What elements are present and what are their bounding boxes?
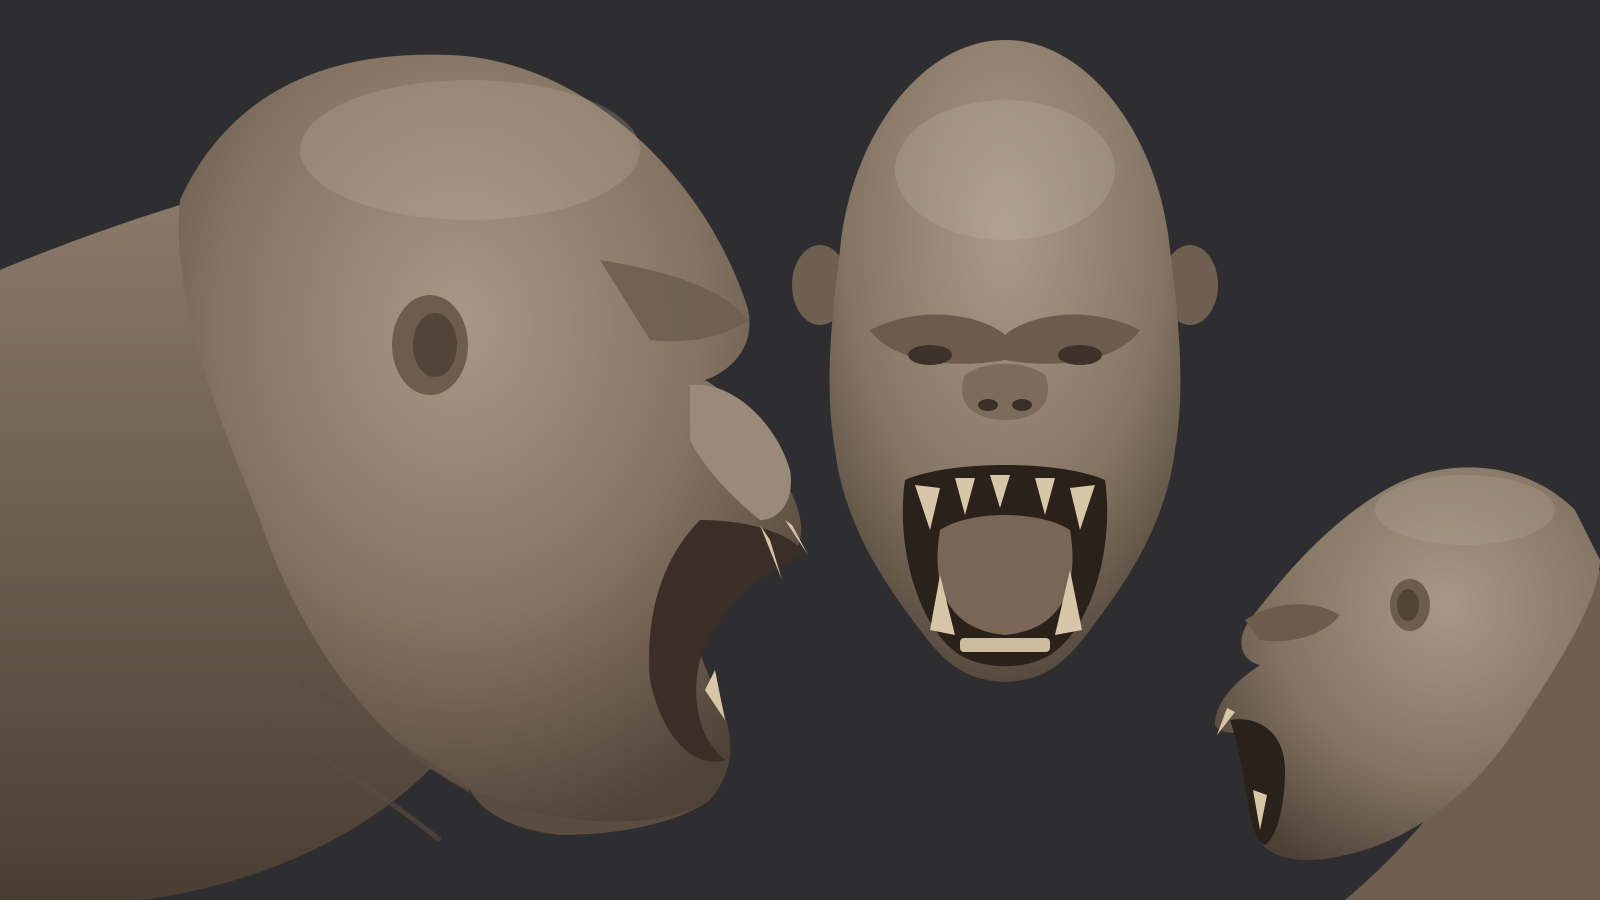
gorilla-side-view-left — [0, 54, 808, 900]
gorilla-side-view-right — [1215, 467, 1600, 900]
viewport-canvas[interactable] — [0, 0, 1600, 900]
gorilla-front-view — [792, 40, 1218, 682]
